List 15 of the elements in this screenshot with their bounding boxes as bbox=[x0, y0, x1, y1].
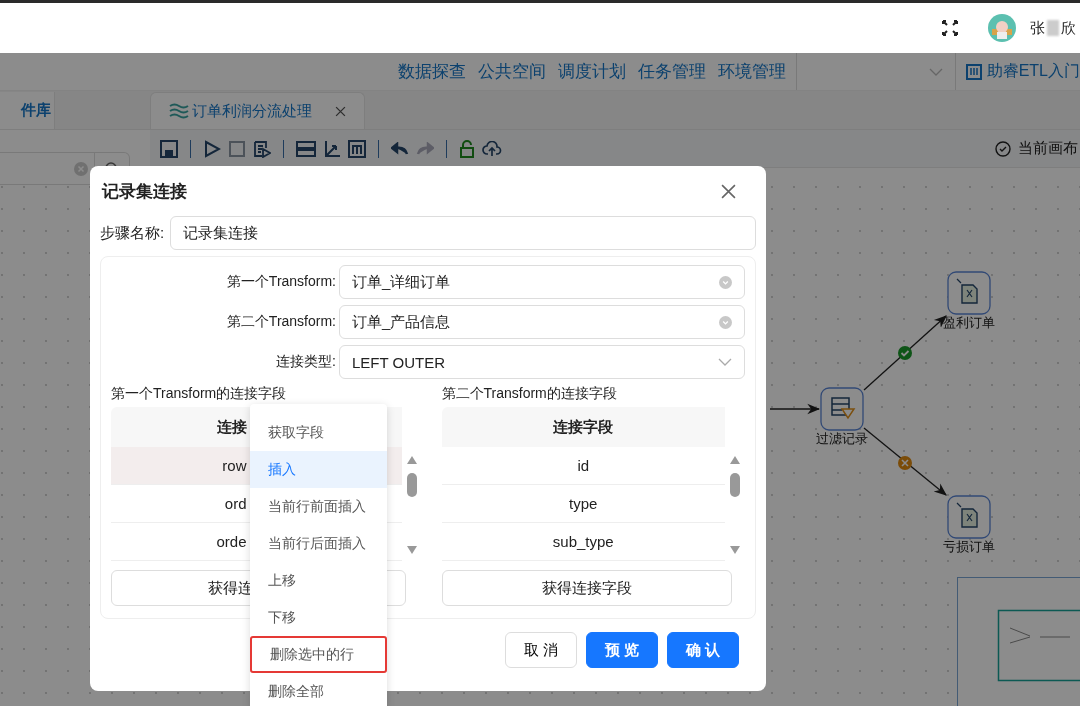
node-label: 过滤记录 bbox=[816, 431, 868, 446]
tab-title: 订单利润分流处理 bbox=[192, 101, 312, 121]
user-name: 张 bbox=[1030, 18, 1045, 38]
node-label: 亏损订单 bbox=[943, 539, 995, 554]
dialog-title: 记录集连接 bbox=[102, 180, 187, 203]
section-title: 第二个Transform的连接字段 bbox=[441, 385, 618, 403]
section-title: 第一个Transform的连接字段 bbox=[111, 385, 288, 403]
field-label: 连接类型: bbox=[275, 353, 337, 371]
field-label: 步骤名称: bbox=[100, 223, 165, 243]
field-label: 第一个Transform: bbox=[225, 273, 337, 291]
column-header: 连接字段 bbox=[441, 407, 725, 447]
canvas-status: 当前画布 bbox=[1018, 139, 1078, 158]
node-label: 盈利订单 bbox=[943, 315, 995, 330]
user-name: 欣 bbox=[1061, 18, 1076, 38]
field-label: 第二个Transform: bbox=[225, 313, 337, 331]
